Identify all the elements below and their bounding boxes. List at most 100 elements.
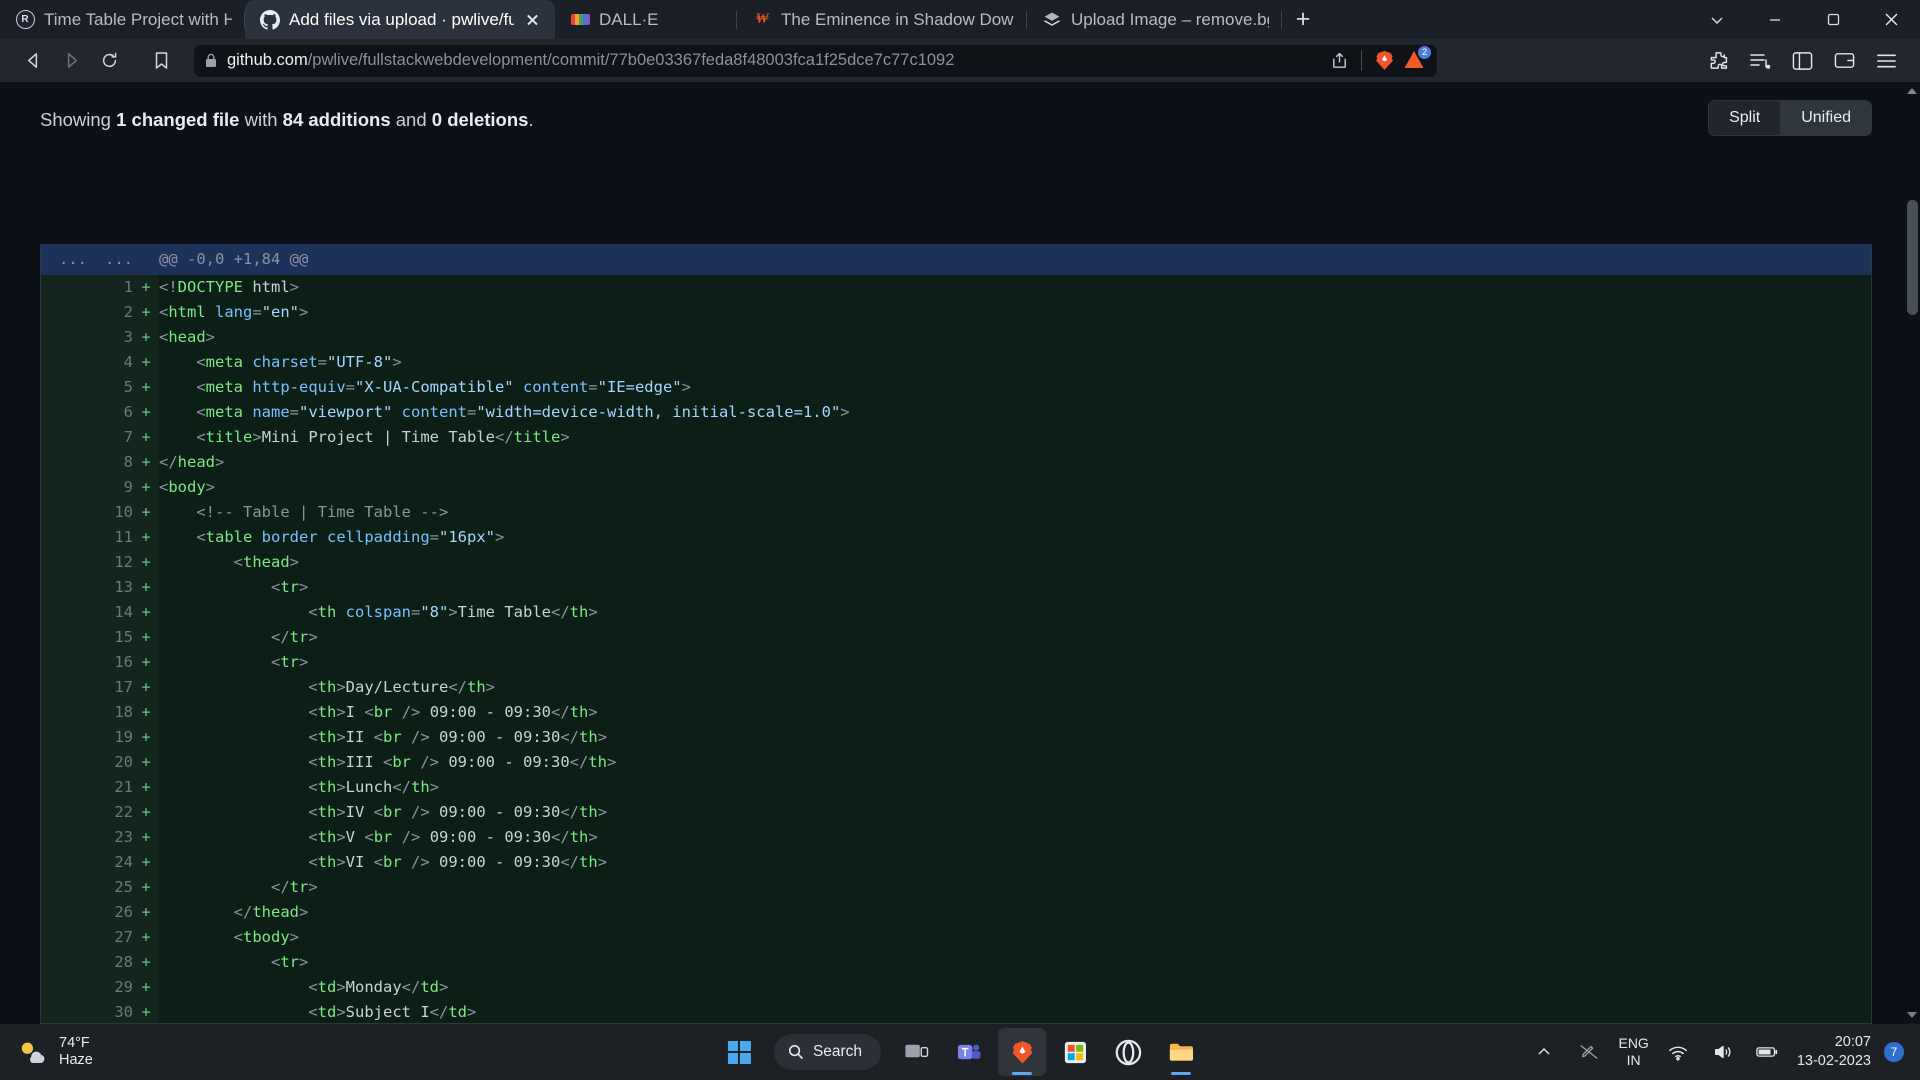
diff-add-sign: + (133, 950, 159, 975)
diff-code-cell: <td>Monday</td> (159, 975, 1871, 1000)
task-view-button[interactable] (892, 1028, 940, 1076)
summary-and: and (390, 109, 432, 130)
diff-line-row: 11 + <table border cellpadding="16px"> (41, 525, 1871, 550)
diff-add-sign: + (133, 725, 159, 750)
hunk-range: @@ -0,0 +1,84 @@ (159, 244, 1871, 275)
wallet-icon[interactable] (1828, 45, 1860, 77)
old-line-number (41, 875, 87, 900)
old-line-number (41, 600, 87, 625)
url-bar[interactable]: github.com/pwlive/fullstackwebdevelopmen… (194, 44, 1437, 77)
back-arrow-icon[interactable] (14, 42, 52, 80)
old-line-number (41, 850, 87, 875)
start-button[interactable] (715, 1028, 763, 1076)
new-line-number: 6 (87, 400, 133, 425)
share-icon[interactable] (1324, 46, 1354, 76)
old-line-number (41, 375, 87, 400)
maximize-button[interactable] (1804, 0, 1862, 39)
taskbar-search[interactable]: Search (773, 1034, 882, 1070)
diff-code-cell: <body> (159, 475, 1871, 500)
diff-add-sign: + (133, 800, 159, 825)
new-line-number: 12 (87, 550, 133, 575)
diff-code-cell: <td>Subject I</td> (159, 1000, 1871, 1023)
new-line-number: 27 (87, 925, 133, 950)
scroll-down-arrow-icon[interactable] (1907, 1012, 1917, 1018)
split-view-button[interactable]: Split (1709, 101, 1781, 135)
weather-widget[interactable]: 74°F Haze (0, 1035, 93, 1068)
tab-title: Time Table Project with HTML - Full St (44, 9, 232, 29)
notification-badge[interactable]: 7 (1884, 1042, 1904, 1062)
reload-icon[interactable] (90, 42, 128, 80)
new-tab-button[interactable]: + (1282, 0, 1324, 39)
diff-code-cell: <!-- Table | Time Table --> (159, 500, 1871, 525)
bookmark-icon[interactable] (142, 42, 180, 80)
store-icon (1064, 1041, 1086, 1063)
window-close-button[interactable] (1862, 0, 1920, 39)
url-actions: 2 (1324, 46, 1431, 76)
diff-line-row: 2 + <html lang="en"> (41, 300, 1871, 325)
browser-tab-2[interactable]: DALL·E (555, 0, 737, 39)
diff-code-cell: <head> (159, 325, 1871, 350)
shield-badge: 2 (1418, 46, 1431, 59)
file-explorer-button[interactable] (1157, 1028, 1205, 1076)
diff-add-sign: + (133, 700, 159, 725)
old-line-number (41, 400, 87, 425)
volume-icon[interactable] (1707, 1036, 1739, 1068)
diff-add-sign: + (133, 600, 159, 625)
scroll-up-arrow-icon[interactable] (1907, 88, 1917, 94)
diff-code-cell: <table border cellpadding="16px"> (159, 525, 1871, 550)
tab-title: DALL·E (599, 9, 659, 29)
minimize-button[interactable] (1746, 0, 1804, 39)
taskbar-clock[interactable]: 20:07 13-02-2023 (1797, 1033, 1871, 1071)
teams-button[interactable] (945, 1028, 993, 1076)
brave-shields-icon[interactable]: 2 (1401, 46, 1431, 73)
browser-tab-3[interactable]: ₩ The Eminence in Shadow Download En (737, 0, 1027, 39)
tab-search-chevron-icon[interactable] (1688, 0, 1746, 39)
summary-changed-files: 1 changed file (116, 109, 240, 130)
close-icon[interactable] (523, 10, 542, 29)
diff-add-sign: + (133, 875, 159, 900)
microsoft-store-button[interactable] (1051, 1028, 1099, 1076)
language-indicator[interactable]: ENG IN (1618, 1035, 1648, 1069)
diff-add-sign: + (133, 500, 159, 525)
playlist-icon[interactable] (1744, 45, 1776, 77)
summary-end: . (528, 109, 534, 130)
diff-line-row: 4 + <meta charset="UTF-8"> (41, 350, 1871, 375)
unified-view-button[interactable]: Unified (1781, 101, 1871, 135)
opera-gx-button[interactable] (1104, 1028, 1152, 1076)
old-line-number (41, 1000, 87, 1023)
wifi-icon[interactable] (1662, 1036, 1694, 1068)
main-menu-icon[interactable] (1870, 45, 1902, 77)
summary-mid: with (239, 109, 283, 130)
diff-line-row: 26 + </thead> (41, 900, 1871, 925)
extensions-puzzle-icon[interactable] (1702, 45, 1734, 77)
sidebar-toggle-icon[interactable] (1786, 45, 1818, 77)
language-line-2: IN (1626, 1052, 1641, 1068)
diff-code-cell: <th>VI <br /> 09:00 - 09:30</th> (159, 850, 1871, 875)
old-line-number (41, 350, 87, 375)
browser-tab-0[interactable]: R Time Table Project with HTML - Full St (0, 0, 245, 39)
scrollbar-thumb[interactable] (1907, 200, 1918, 315)
pen-disabled-icon[interactable] (1573, 1036, 1605, 1068)
opera-icon (1115, 1039, 1141, 1065)
tray-expand-chevron-icon[interactable] (1528, 1036, 1560, 1068)
task-view-icon (905, 1044, 928, 1058)
diff-line-row: 3 + <head> (41, 325, 1871, 350)
brave-browser-button[interactable] (998, 1028, 1047, 1076)
brave-rewards-icon[interactable] (1369, 46, 1399, 76)
diff-code-cell: </thead> (159, 900, 1871, 925)
old-line-number (41, 925, 87, 950)
browser-tab-1-active[interactable]: Add files via upload · pwlive/fullst (245, 0, 555, 39)
new-line-number: 1 (87, 275, 133, 300)
old-line-number (41, 775, 87, 800)
battery-icon[interactable] (1752, 1036, 1784, 1068)
page-scrollbar[interactable] (1905, 82, 1920, 1024)
hunk-ellipsis: ... (87, 244, 133, 275)
diff-add-sign: + (133, 1000, 159, 1023)
diff-code-cell: <html lang="en"> (159, 300, 1871, 325)
browser-tab-4[interactable]: Upload Image – remove.bg (1027, 0, 1282, 39)
diff-add-sign: + (133, 650, 159, 675)
diff-line-row: 29 + <td>Monday</td> (41, 975, 1871, 1000)
old-line-number (41, 575, 87, 600)
new-line-number: 3 (87, 325, 133, 350)
diff-add-sign: + (133, 575, 159, 600)
